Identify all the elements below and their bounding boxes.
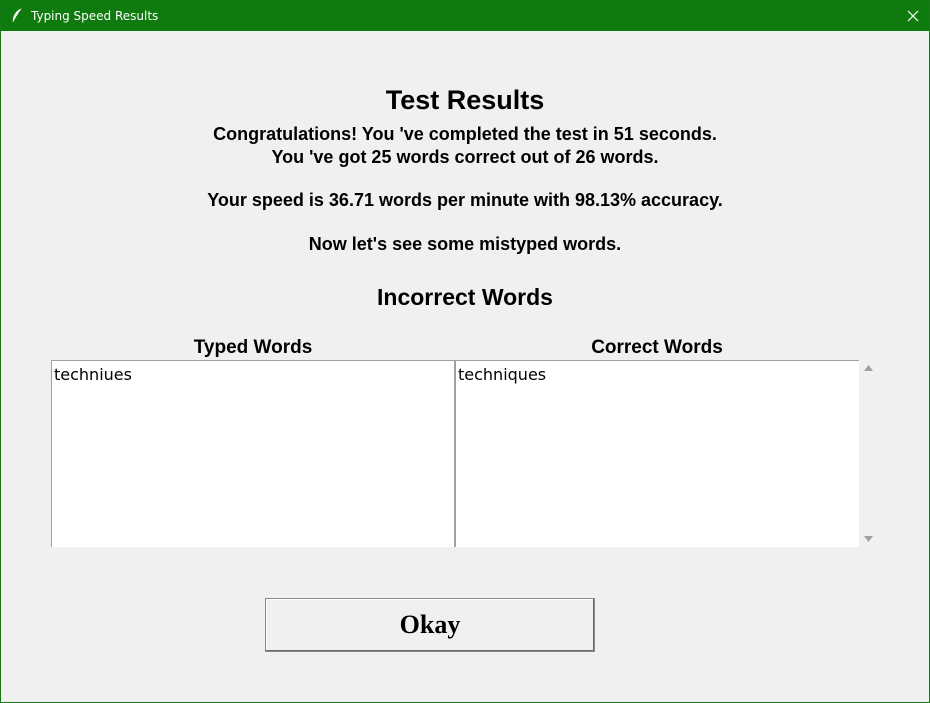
scroll-down-icon[interactable] — [864, 536, 873, 542]
incorrect-words-heading: Incorrect Words — [377, 284, 553, 310]
list-item[interactable]: techniues — [52, 361, 454, 384]
completion-message: Congratulations! You 've completed the t… — [213, 124, 717, 144]
mistyped-intro-message: Now let's see some mistyped words. — [308, 234, 622, 254]
typed-words-listbox[interactable]: techniues — [51, 360, 455, 547]
list-item[interactable]: techniques — [456, 361, 859, 384]
vertical-scrollbar[interactable] — [859, 360, 877, 546]
close-button[interactable] — [897, 1, 929, 31]
results-window: Typing Speed Results Test Results Congra… — [0, 0, 930, 703]
scroll-up-icon[interactable] — [864, 365, 873, 371]
correct-words-label: Correct Words — [591, 337, 723, 358]
feather-icon — [12, 8, 22, 24]
words-correct-message: You 've got 25 words correct out of 26 w… — [271, 147, 659, 167]
page-title: Test Results — [385, 85, 545, 115]
close-icon — [907, 10, 919, 22]
window-title: Typing Speed Results — [31, 9, 159, 23]
speed-accuracy-message: Your speed is 36.71 words per minute wit… — [207, 190, 723, 210]
title-bar[interactable]: Typing Speed Results — [1, 1, 929, 31]
typed-words-label: Typed Words — [193, 337, 313, 358]
correct-words-listbox[interactable]: techniques — [455, 360, 859, 547]
okay-button[interactable]: Okay — [265, 598, 595, 652]
